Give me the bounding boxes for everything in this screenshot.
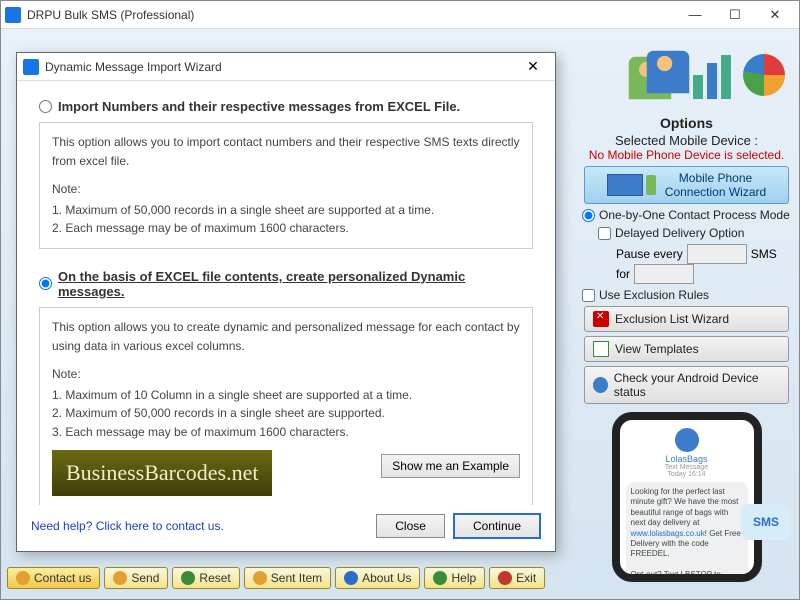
process-mode-radio-input[interactable] xyxy=(582,209,595,222)
import-wizard-dialog: Dynamic Message Import Wizard ✕ Import N… xyxy=(16,52,556,552)
pause-count-combo[interactable] xyxy=(687,244,747,264)
continue-button[interactable]: Continue xyxy=(453,513,541,539)
exclusion-icon xyxy=(593,311,609,327)
send-button[interactable]: Send xyxy=(104,567,168,589)
device-icon xyxy=(607,174,643,196)
send-icon xyxy=(113,571,127,585)
templates-icon xyxy=(593,341,609,357)
selected-device-label: Selected Mobile Device : xyxy=(580,133,793,148)
dialog-titlebar: Dynamic Message Import Wizard ✕ xyxy=(17,53,555,81)
exclusion-rules-checkbox[interactable]: Use Exclusion Rules xyxy=(582,288,791,302)
option-2-block: On the basis of EXCEL file contents, cre… xyxy=(39,269,533,505)
exclusion-list-wizard-button[interactable]: Exclusion List Wizard xyxy=(584,306,789,332)
pause-every-row: Pause every SMS xyxy=(616,244,793,264)
exit-icon xyxy=(498,571,512,585)
preview-link: www.lolasbags.co.uk xyxy=(631,529,705,538)
option-2-radio-input[interactable] xyxy=(39,277,52,290)
header-graphics xyxy=(580,35,793,115)
option-1-radio[interactable]: Import Numbers and their respective mess… xyxy=(39,99,533,114)
preview-optout-link: 82228 xyxy=(631,581,653,582)
help-icon xyxy=(433,571,447,585)
reset-button[interactable]: Reset xyxy=(172,567,239,589)
options-heading: Options xyxy=(580,115,793,131)
titlebar: DRPU Bulk SMS (Professional) — ☐ ✕ xyxy=(1,1,799,29)
bottom-toolbar: Contact us Send Reset Sent Item About Us… xyxy=(7,567,545,589)
dialog-footer: Need help? Click here to contact us. Clo… xyxy=(17,505,555,551)
pie-chart-icon xyxy=(743,54,785,96)
help-link[interactable]: Need help? Click here to contact us. xyxy=(31,519,368,533)
option-1-radio-input[interactable] xyxy=(39,100,52,113)
maximize-button[interactable]: ☐ xyxy=(715,3,755,27)
about-us-button[interactable]: About Us xyxy=(335,567,420,589)
process-mode-radio[interactable]: One-by-One Contact Process Mode xyxy=(582,208,791,222)
check-android-status-button[interactable]: Check your Android Device status xyxy=(584,366,789,404)
gear-icon xyxy=(593,377,608,393)
connection-wizard-button[interactable]: Mobile Phone Connection Wizard xyxy=(584,166,789,204)
sent-item-icon xyxy=(253,571,267,585)
option-1-description: This option allows you to import contact… xyxy=(39,122,533,249)
contact-icon xyxy=(16,571,30,585)
reset-icon xyxy=(181,571,195,585)
about-icon xyxy=(344,571,358,585)
pause-for-combo[interactable] xyxy=(634,264,694,284)
watermark-logo: BusinessBarcodes.net xyxy=(52,450,272,496)
phone-preview: LolasBags Text Message Today 16:14 Looki… xyxy=(612,412,762,582)
bar-chart-icon xyxy=(691,51,739,99)
help-button[interactable]: Help xyxy=(424,567,485,589)
contact-us-button[interactable]: Contact us xyxy=(7,567,100,589)
option-1-block: Import Numbers and their respective mess… xyxy=(39,99,533,249)
delayed-delivery-checkbox[interactable]: Delayed Delivery Option xyxy=(598,226,791,240)
app-icon xyxy=(5,7,21,23)
close-button[interactable]: Close xyxy=(376,514,445,538)
sent-item-button[interactable]: Sent Item xyxy=(244,567,331,589)
show-example-button[interactable]: Show me an Example xyxy=(381,454,520,478)
preview-message-bubble: Looking for the perfect last minute gift… xyxy=(626,482,748,582)
exclusion-rules-input[interactable] xyxy=(582,289,595,302)
dialog-icon xyxy=(23,59,39,75)
option-2-radio[interactable]: On the basis of EXCEL file contents, cre… xyxy=(39,269,533,299)
close-button[interactable]: ✕ xyxy=(755,3,795,27)
dialog-title: Dynamic Message Import Wizard xyxy=(45,60,517,74)
window-title: DRPU Bulk SMS (Professional) xyxy=(27,8,675,22)
people-icon xyxy=(647,51,690,94)
pause-for-row: for xyxy=(616,264,793,284)
options-panel: Options Selected Mobile Device : No Mobi… xyxy=(574,29,799,599)
device-status-text: No Mobile Phone Device is selected. xyxy=(580,148,793,162)
dialog-close-button[interactable]: ✕ xyxy=(517,58,549,75)
avatar-icon xyxy=(675,428,699,452)
delayed-delivery-input[interactable] xyxy=(598,227,611,240)
sms-badge-icon: SMS xyxy=(741,504,791,540)
preview-meta: Text Message Today 16:14 xyxy=(626,464,748,478)
preview-contact-name: LolasBags xyxy=(626,454,748,464)
view-templates-button[interactable]: View Templates xyxy=(584,336,789,362)
exit-button[interactable]: Exit xyxy=(489,567,545,589)
option-2-description: This option allows you to create dynamic… xyxy=(39,307,533,505)
minimize-button[interactable]: — xyxy=(675,3,715,27)
